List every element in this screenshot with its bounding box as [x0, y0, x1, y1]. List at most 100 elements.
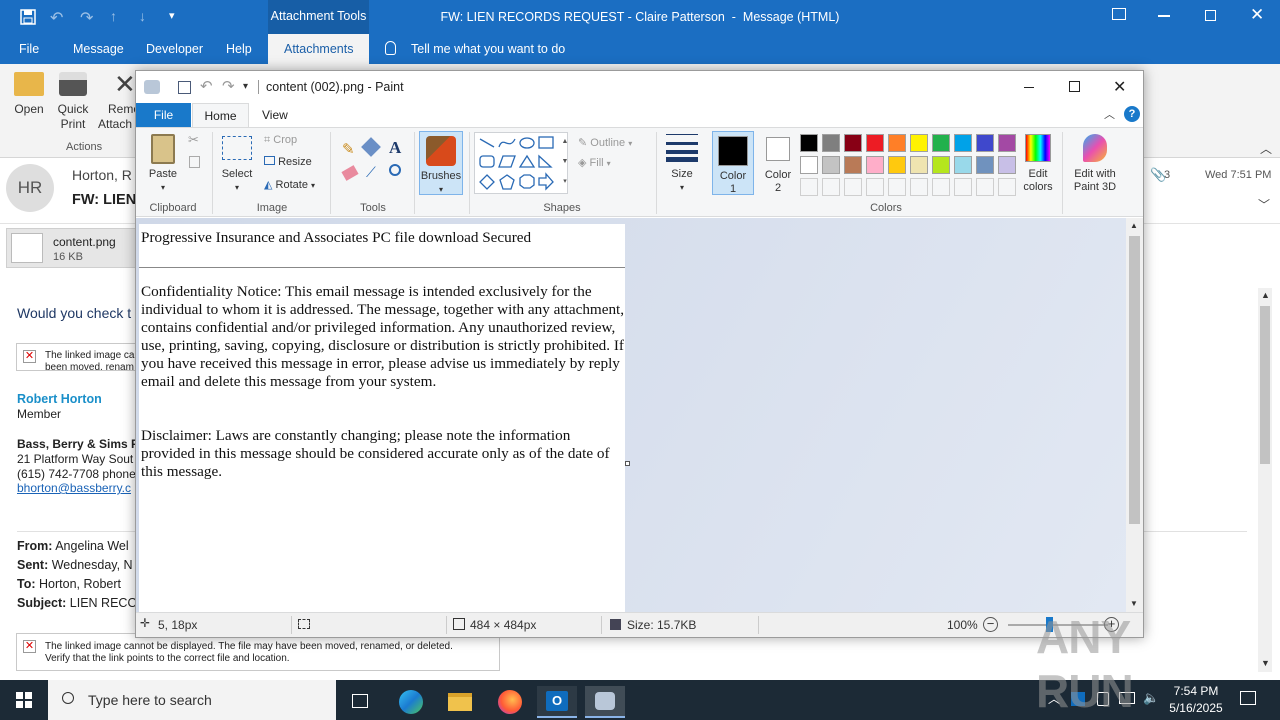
volume-icon[interactable]: 🔈 [1143, 690, 1159, 706]
select-button[interactable]: Select ▾ [218, 136, 256, 194]
pencil-icon[interactable]: ✎ [342, 140, 355, 158]
eraser-icon[interactable] [341, 165, 359, 181]
paint-scroll-down-icon[interactable]: ▼ [1130, 599, 1138, 608]
paint-collapse-ribbon-icon[interactable]: ︿ [1104, 106, 1115, 122]
ribbon-display-icon[interactable] [1112, 8, 1126, 20]
message-scrollbar[interactable]: ▲ ▼ [1258, 288, 1272, 672]
clock-time[interactable]: 7:54 PM [1166, 684, 1226, 698]
palette-swatch[interactable] [844, 134, 862, 152]
color-picker-icon[interactable]: ⟋ [366, 164, 376, 181]
paste-button[interactable]: Paste ▾ [144, 134, 182, 194]
paint-maximize-icon[interactable] [1069, 81, 1080, 92]
tab-developer[interactable]: Developer [146, 34, 203, 64]
palette-swatch[interactable] [822, 178, 840, 196]
palette-swatch[interactable] [932, 134, 950, 152]
palette-swatch[interactable] [932, 156, 950, 174]
remove-attachment-button[interactable]: ✕ Remo Attach [98, 71, 140, 132]
paint-tab-file[interactable]: File [136, 103, 191, 127]
paint-close-icon[interactable]: ✕ [1113, 77, 1126, 97]
cut-icon[interactable]: ✂ [188, 132, 199, 148]
color1-button[interactable]: Color 1 [712, 131, 754, 195]
palette-swatch[interactable] [800, 156, 818, 174]
redo-icon[interactable]: ↷ [80, 8, 93, 28]
palette-swatch[interactable] [954, 134, 972, 152]
clock-date[interactable]: 5/16/2025 [1166, 701, 1226, 715]
customize-qat-icon[interactable]: ▾ [169, 9, 175, 22]
paint-minimize-icon[interactable] [1024, 87, 1034, 88]
fill-bucket-icon[interactable] [361, 137, 381, 157]
edit-colors-button[interactable]: Edit colors [1020, 134, 1056, 194]
task-view-icon[interactable] [340, 686, 380, 718]
paint-taskbar-icon[interactable] [585, 686, 625, 718]
palette-swatch[interactable] [888, 178, 906, 196]
palette-swatch[interactable] [910, 156, 928, 174]
paint-scroll-thumb[interactable] [1129, 236, 1140, 524]
palette-swatch[interactable] [976, 134, 994, 152]
tab-attachments[interactable]: Attachments [268, 34, 370, 64]
palette-swatch[interactable] [822, 156, 840, 174]
outline-button[interactable]: ✎ Outline ▾ [578, 136, 632, 149]
brushes-button[interactable]: Brushes ▾ [419, 131, 463, 195]
undo-icon[interactable]: ↶ [50, 8, 63, 28]
quick-print-button[interactable]: Quick Print [54, 72, 92, 132]
edit-with-paint3d-button[interactable]: Edit with Paint 3D [1068, 134, 1122, 194]
resize-button[interactable]: Resize [264, 156, 312, 168]
magnifier-icon[interactable] [389, 164, 401, 176]
palette-swatch[interactable] [888, 156, 906, 174]
palette-swatch[interactable] [910, 134, 928, 152]
outlook-taskbar-icon[interactable]: O [537, 686, 577, 718]
paint-scrollbar[interactable]: ▲ ▼ [1126, 218, 1143, 612]
paint-scroll-up-icon[interactable]: ▲ [1130, 221, 1138, 230]
palette-swatch[interactable] [866, 156, 884, 174]
notifications-icon[interactable] [1240, 691, 1256, 705]
tell-me-search[interactable]: Tell me what you want to do [411, 34, 565, 64]
paint-tab-view[interactable]: View [262, 103, 288, 127]
down-arrow-icon[interactable]: ↓ [139, 8, 146, 24]
palette-swatch[interactable] [844, 156, 862, 174]
rotate-button[interactable]: ◭ Rotate ▾ [264, 178, 315, 191]
palette-swatch[interactable] [844, 178, 862, 196]
shapes-gallery[interactable] [474, 132, 568, 194]
up-arrow-icon[interactable]: ↑ [110, 8, 117, 24]
scroll-thumb[interactable] [1260, 306, 1270, 464]
scroll-up-icon[interactable]: ▲ [1261, 290, 1270, 300]
palette-swatch[interactable] [954, 178, 972, 196]
firefox-icon[interactable] [489, 686, 529, 718]
paint-save-icon[interactable] [178, 81, 191, 94]
paint-qat-dropdown-icon[interactable]: ▾ [243, 81, 248, 92]
close-icon[interactable]: ✕ [1250, 5, 1264, 25]
paint-undo-icon[interactable]: ↶ [200, 77, 213, 95]
canvas-resize-handle[interactable] [625, 461, 630, 466]
paint-help-icon[interactable]: ? [1124, 106, 1140, 122]
sender-name[interactable]: Horton, R [72, 167, 132, 183]
copy-icon[interactable] [189, 156, 200, 168]
tab-file[interactable]: File [19, 34, 39, 64]
taskbar-search[interactable]: Type here to search [48, 680, 336, 720]
file-explorer-icon[interactable] [439, 686, 479, 718]
collapse-ribbon-icon[interactable]: ︿ [1260, 140, 1272, 157]
paint-tab-home[interactable]: Home [192, 103, 249, 128]
palette-swatch[interactable] [822, 134, 840, 152]
palette-swatch[interactable] [910, 178, 928, 196]
palette-swatch[interactable] [932, 178, 950, 196]
edge-icon[interactable] [390, 686, 430, 718]
palette-swatch[interactable] [800, 134, 818, 152]
size-button[interactable]: Size ▾ [662, 134, 702, 194]
crop-button[interactable]: ⌗ Crop [264, 134, 297, 147]
palette-swatch[interactable] [976, 178, 994, 196]
open-button[interactable]: Open [10, 72, 48, 117]
palette-swatch[interactable] [998, 156, 1016, 174]
palette-swatch[interactable] [866, 178, 884, 196]
start-button[interactable] [0, 680, 48, 720]
text-tool-icon[interactable]: A [389, 138, 401, 158]
paint-canvas[interactable]: Progressive Insurance and Associates PC … [139, 224, 625, 616]
palette-swatch[interactable] [888, 134, 906, 152]
expand-header-icon[interactable]: ﹀ [1258, 196, 1270, 213]
tab-message[interactable]: Message [73, 34, 124, 64]
palette-swatch[interactable] [866, 134, 884, 152]
restore-icon[interactable] [1205, 10, 1216, 21]
shapes-scroll[interactable]: ▲ ▼ ▾ [560, 132, 570, 194]
palette-swatch[interactable] [976, 156, 994, 174]
zoom-out-icon[interactable]: − [983, 617, 998, 632]
palette-swatch[interactable] [954, 156, 972, 174]
